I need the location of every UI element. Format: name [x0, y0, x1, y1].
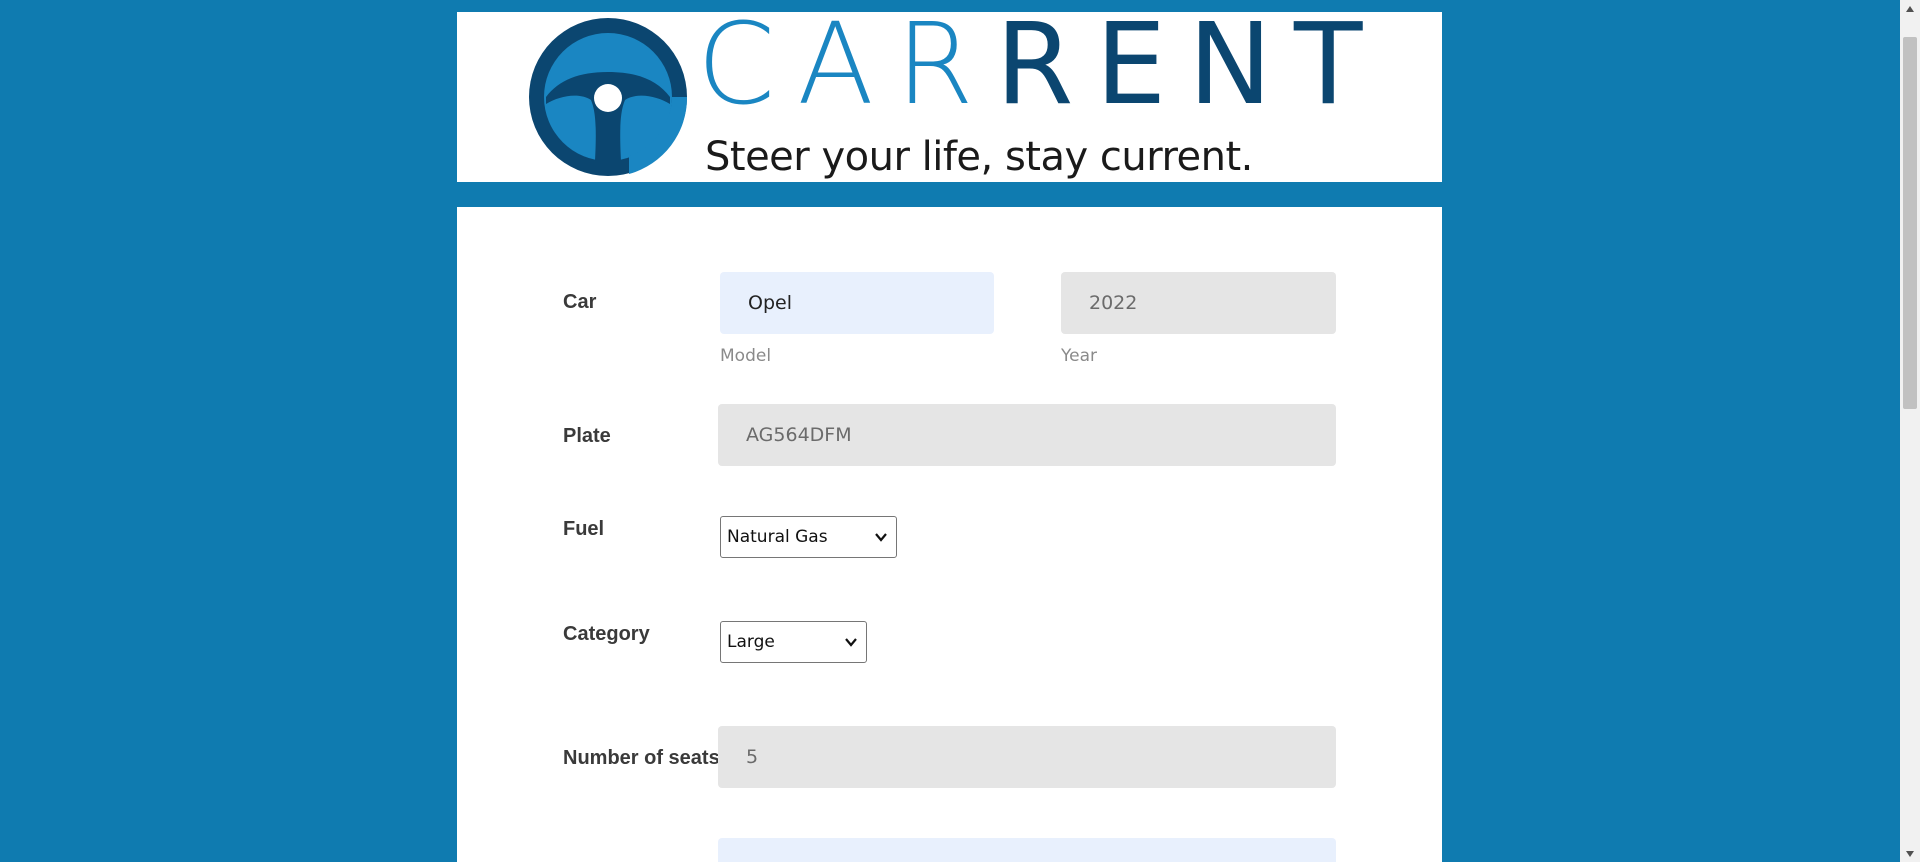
- logo-wordmark: CARRENT: [697, 9, 1384, 121]
- triangle-up-icon: [1906, 5, 1914, 12]
- model-input[interactable]: Opel: [720, 272, 994, 334]
- car-label: Car: [563, 291, 597, 313]
- category-label: Category: [563, 623, 650, 645]
- scroll-thumb[interactable]: [1903, 37, 1917, 409]
- category-row: Category Large: [457, 621, 1442, 665]
- header-bottom-bar: [457, 182, 1442, 207]
- steering-wheel-icon: [529, 18, 687, 176]
- fuel-selected-value: Natural Gas: [727, 527, 828, 547]
- seats-row: Number of seats 5: [457, 726, 1442, 790]
- fuel-select[interactable]: Natural Gas: [720, 516, 897, 558]
- site-header: CARRENT Steer your life, stay current.: [457, 0, 1442, 207]
- plate-input[interactable]: AG564DFM: [718, 404, 1336, 466]
- car-row: Car Opel 2022 Model Year: [457, 270, 1442, 380]
- seats-label: Number of seats: [563, 747, 720, 769]
- plate-label: Plate: [563, 425, 611, 447]
- logo-tagline: Steer your life, stay current.: [705, 134, 1253, 180]
- fuel-row: Fuel Natural Gas: [457, 516, 1442, 560]
- year-hint: Year: [1061, 346, 1097, 366]
- next-field-input[interactable]: [718, 838, 1336, 862]
- seats-input[interactable]: 5: [718, 726, 1336, 788]
- triangle-down-icon: [1906, 850, 1914, 857]
- year-input[interactable]: 2022: [1061, 272, 1336, 334]
- chevron-down-icon: [875, 533, 887, 542]
- chevron-down-icon: [845, 638, 857, 647]
- scroll-down-button[interactable]: [1900, 845, 1920, 862]
- fuel-label: Fuel: [563, 518, 605, 540]
- vertical-scrollbar[interactable]: [1900, 0, 1920, 862]
- next-row-partial: [457, 838, 1442, 862]
- logo-wordmark-car: CAR: [697, 0, 996, 130]
- plate-row: Plate AG564DFM: [457, 404, 1442, 468]
- page-card: CARRENT Steer your life, stay current. C…: [457, 0, 1442, 862]
- category-select[interactable]: Large: [720, 621, 867, 663]
- scroll-up-button[interactable]: [1900, 0, 1920, 17]
- category-selected-value: Large: [727, 632, 775, 652]
- model-hint: Model: [720, 346, 772, 366]
- logo-wordmark-rent: RENT: [995, 0, 1385, 130]
